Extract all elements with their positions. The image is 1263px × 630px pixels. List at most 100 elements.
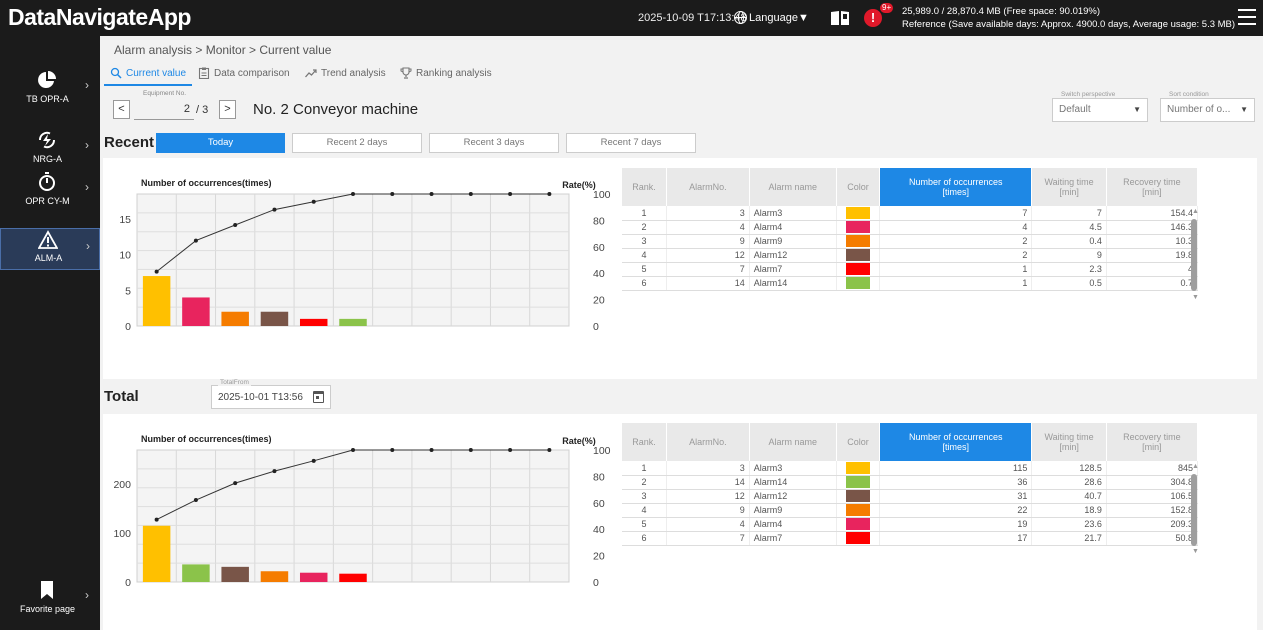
cell-waiting-time: 7 [1031,206,1107,221]
cell-alarm-name: Alarm3 [749,461,837,476]
sort-condition-value: Number of o... [1167,104,1231,115]
tab-current-value[interactable]: Current value [103,67,193,86]
table-row[interactable]: 1 3 Alarm3 7 7 154.4 [622,206,1199,221]
table-row[interactable]: 4 12 Alarm12 2 9 19.8 [622,248,1199,263]
cell-color [836,248,881,263]
col-rank[interactable]: Rank. [622,168,667,206]
chevron-right-icon: › [85,138,89,152]
col-color[interactable]: Color [836,423,881,461]
cumulative-rate-point [429,192,434,196]
total-from-date-input[interactable]: TotalFrom 2025-10-01 T13:56 [211,379,331,409]
bar-alarm3 [142,525,171,582]
period-recent-3-days-button[interactable]: Recent 3 days [429,133,559,153]
cell-color [836,220,881,235]
next-equipment-button[interactable]: > [219,100,236,119]
table-row[interactable]: 2 4 Alarm4 4 4.5 146.3 [622,220,1199,235]
equipment-no-input[interactable]: 2 [134,98,194,120]
total-section-title: Total [104,388,139,405]
col-recovery-time[interactable]: Recovery time [min] [1106,423,1199,461]
cell-recovery-time: 19.8 [1106,248,1199,263]
table-row[interactable]: 57Alarm7 12.34 [622,262,1199,277]
cell-recovery-time: 0.7 [1106,276,1199,291]
y2-tick-label: 100 [593,445,611,457]
bar-alarm7 [299,318,328,326]
period-today-button[interactable]: Today [156,133,285,153]
col-recovery-time-unit: [min] [1142,442,1162,452]
total-table-scrollbar[interactable] [1191,474,1197,546]
recent-table-scrollbar[interactable] [1191,219,1197,291]
caret-down-icon: ▼ [1133,105,1141,114]
sidebar-item-alm-a[interactable]: ALM-A › [0,228,100,270]
globe-icon [734,11,747,24]
scroll-down-arrow-icon[interactable]: ▼ [1192,548,1199,555]
table-row[interactable]: 3 12 Alarm12 31 40.7 106.5 [622,489,1199,504]
clipboard-icon [198,67,210,79]
col-recovery-time[interactable]: Recovery time [min] [1106,168,1199,206]
table-row[interactable]: 3 9 Alarm9 2 0.4 10.3 [622,234,1199,249]
manual-book-icon[interactable] [830,10,850,26]
cell-rank: 3 [622,234,667,249]
hamburger-menu-icon[interactable] [1238,9,1256,25]
color-swatch [845,476,870,488]
calendar-icon[interactable] [313,391,324,403]
col-waiting-time[interactable]: Waiting time [min] [1031,168,1107,206]
chevron-right-icon: › [85,180,89,194]
chart-y2-title: Rate(%) [562,436,596,446]
y-tick-label: 200 [113,479,131,491]
tab-label: Trend analysis [321,67,386,79]
pareto-chart-svg: 0 100 200 0 20 40 60 80 100 Number of occurrences… [113,434,611,589]
table-row[interactable]: 2 14 Alarm14 36 28.6 304.8 [622,475,1199,490]
sidebar-item-label: OPR CY-M [25,196,70,206]
cell-alarm-name: Alarm3 [749,206,837,221]
sidebar-item-nrg-a[interactable]: NRG-A › [0,128,100,174]
switch-perspective-value: Default [1059,104,1091,115]
alert-icon[interactable]: ! [864,9,882,27]
tab-ranking-analysis[interactable]: Ranking analysis [400,67,492,79]
stopwatch-icon [39,172,55,191]
col-occurrences[interactable]: Number of occurrences [times] [879,168,1033,206]
col-alarm-name[interactable]: Alarm name [749,423,837,461]
sidebar-item-opr-cy-m[interactable]: OPR CY-M › [0,170,100,216]
table-row[interactable]: 1 3 Alarm3 115 128.5 845 [622,461,1199,476]
col-waiting-time-unit: [min] [1059,442,1079,452]
tab-trend-analysis[interactable]: Trend analysis [305,67,386,79]
plot-area [136,449,570,583]
lightning-icon [38,131,56,149]
total-pareto-chart: 0 100 200 0 20 40 60 80 100 Number of occurrences… [105,416,625,606]
scroll-up-arrow-icon[interactable]: ▲ [1192,463,1199,470]
magnifier-icon [110,67,122,79]
switch-perspective-select[interactable]: Switch perspective Default ▼ [1052,91,1148,122]
period-recent-7-days-button[interactable]: Recent 7 days [566,133,696,153]
period-recent-2-days-button[interactable]: Recent 2 days [292,133,422,153]
previous-equipment-button[interactable]: < [113,100,130,119]
language-selector[interactable]: Language▼ [734,11,809,24]
col-alarm-no[interactable]: AlarmNo. [666,168,750,206]
cell-occurrences: 4 [879,220,1033,235]
table-row[interactable]: 4 9 Alarm9 22 18.9 152.8 [622,503,1199,518]
sidebar-item-favorite-page[interactable]: Favorite page › [0,578,100,624]
table-row[interactable]: 6 7 Alarm7 17 21.7 50.8 [622,531,1199,546]
table-row[interactable]: 6 14 Alarm14 1 0.5 0.7 [622,276,1199,291]
cell-waiting-time: 2.3 [1031,262,1107,277]
col-color[interactable]: Color [836,168,881,206]
table-row[interactable]: 5 4 Alarm4 19 23.6 209.3 [622,517,1199,532]
col-occurrences[interactable]: Number of occurrences [times] [879,423,1033,461]
col-waiting-time-label: Waiting time [1044,432,1094,442]
col-waiting-time[interactable]: Waiting time [min] [1031,423,1107,461]
scroll-up-arrow-icon[interactable]: ▲ [1192,208,1199,215]
cell-waiting-time: 40.7 [1031,489,1107,504]
col-alarm-no[interactable]: AlarmNo. [666,423,750,461]
col-alarm-name[interactable]: Alarm name [749,168,837,206]
tab-data-comparison[interactable]: Data comparison [198,67,290,79]
sidebar-item-tb-opr-a[interactable]: TB OPR-A › [0,68,100,114]
col-rank[interactable]: Rank. [622,423,667,461]
scroll-down-arrow-icon[interactable]: ▼ [1192,294,1199,301]
total-from-caption: TotalFrom [218,379,251,386]
cell-waiting-time: 0.4 [1031,234,1107,249]
cell-recovery-time: 152.8 [1106,503,1199,518]
sort-condition-select[interactable]: Sort condition Number of o... ▼ [1160,91,1255,122]
cell-alarm-no: 12 [666,489,750,504]
cell-occurrences: 2 [879,234,1033,249]
equipment-name: No. 2 Conveyor machine [253,101,419,118]
y-tick-label: 100 [113,528,131,540]
